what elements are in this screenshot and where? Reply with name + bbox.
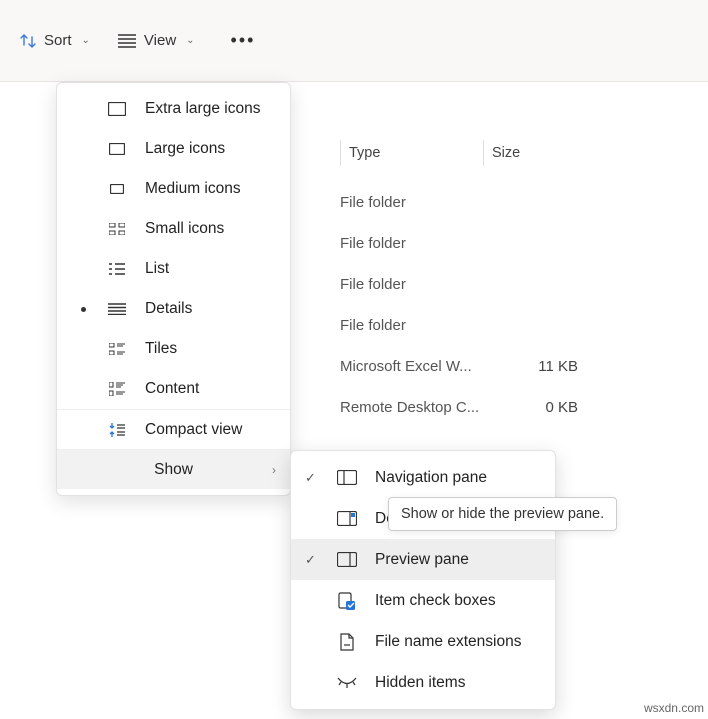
- details-pane-icon: [337, 509, 357, 529]
- row-type: File folder: [340, 276, 488, 293]
- row-type: Remote Desktop C...: [340, 399, 488, 416]
- menu-preview-pane[interactable]: ✓ Preview pane: [291, 539, 555, 580]
- file-extension-icon: [337, 632, 357, 652]
- small-icons-icon: [107, 219, 127, 239]
- file-row[interactable]: File folder: [340, 305, 698, 346]
- sort-label: Sort: [44, 32, 72, 49]
- content-icon: [107, 379, 127, 399]
- sort-button[interactable]: Sort ⌄: [20, 32, 90, 49]
- show-submenu: ✓ Navigation pane De ✓ Preview pane Item…: [290, 450, 556, 710]
- navigation-pane-icon: [337, 468, 357, 488]
- menu-item-check-boxes[interactable]: Item check boxes: [291, 580, 555, 621]
- menu-label: Extra large icons: [145, 100, 260, 118]
- selected-bullet: [81, 307, 86, 312]
- menu-list[interactable]: List: [57, 249, 290, 289]
- menu-small-icons[interactable]: Small icons: [57, 209, 290, 249]
- tiles-icon: [107, 339, 127, 359]
- chevron-right-icon: ›: [272, 463, 276, 477]
- menu-label: Show: [154, 461, 193, 479]
- extra-large-icons-icon: [107, 99, 127, 119]
- view-menu: Extra large icons Large icons Medium ico…: [56, 82, 291, 496]
- toolbar: Sort ⌄ View ⌄ •••: [0, 0, 708, 82]
- menu-extra-large-icons[interactable]: Extra large icons: [57, 89, 290, 129]
- menu-label: Large icons: [145, 140, 225, 158]
- check-icon: ✓: [305, 470, 316, 486]
- file-row[interactable]: File folder: [340, 264, 698, 305]
- file-row[interactable]: File folder: [340, 223, 698, 264]
- view-label: View: [144, 32, 176, 49]
- row-size: 11 KB: [488, 358, 578, 375]
- checkbox-icon: [337, 591, 357, 611]
- ellipsis-icon: •••: [231, 30, 256, 51]
- menu-label: Preview pane: [375, 551, 469, 569]
- row-type: File folder: [340, 235, 488, 252]
- file-row[interactable]: Microsoft Excel W...11 KB: [340, 346, 698, 387]
- tooltip: Show or hide the preview pane.: [388, 497, 617, 531]
- menu-label: Details: [145, 300, 192, 318]
- menu-label: Navigation pane: [375, 469, 487, 487]
- menu-content[interactable]: Content: [57, 369, 290, 409]
- watermark: wsxdn.com: [644, 701, 704, 715]
- view-icon: [118, 34, 136, 48]
- hidden-items-icon: [337, 673, 357, 693]
- details-icon: [107, 299, 127, 319]
- file-row[interactable]: Remote Desktop C...0 KB: [340, 387, 698, 428]
- menu-label: Content: [145, 380, 199, 398]
- chevron-down-icon: ⌄: [186, 35, 194, 46]
- file-row[interactable]: File folder: [340, 182, 698, 223]
- menu-label: File name extensions: [375, 633, 521, 651]
- row-size: 0 KB: [488, 399, 578, 416]
- file-rows: File folder File folder File folder File fo…: [340, 182, 698, 428]
- menu-label: Hidden items: [375, 674, 465, 692]
- menu-show[interactable]: Show ›: [57, 449, 290, 489]
- header-type[interactable]: Type: [340, 140, 380, 166]
- row-type: File folder: [340, 317, 488, 334]
- preview-pane-icon: [337, 550, 357, 570]
- menu-details[interactable]: Details: [57, 289, 290, 329]
- row-type: File folder: [340, 194, 488, 211]
- menu-navigation-pane[interactable]: ✓ Navigation pane: [291, 457, 555, 498]
- view-button[interactable]: View ⌄: [118, 32, 195, 49]
- menu-label: Tiles: [145, 340, 177, 358]
- check-icon: ✓: [305, 552, 316, 568]
- menu-label: Medium icons: [145, 180, 241, 198]
- row-type: Microsoft Excel W...: [340, 358, 488, 375]
- menu-label: Item check boxes: [375, 592, 496, 610]
- compact-view-icon: [107, 420, 127, 440]
- menu-tiles[interactable]: Tiles: [57, 329, 290, 369]
- menu-file-name-extensions[interactable]: File name extensions: [291, 621, 555, 662]
- header-size[interactable]: Size: [483, 140, 520, 166]
- menu-hidden-items[interactable]: Hidden items: [291, 662, 555, 703]
- large-icons-icon: [107, 139, 127, 159]
- list-icon: [107, 259, 127, 279]
- menu-label: List: [145, 260, 169, 278]
- medium-icons-icon: [107, 179, 127, 199]
- menu-label: Small icons: [145, 220, 224, 238]
- sort-icon: [20, 33, 36, 49]
- chevron-down-icon: ⌄: [82, 35, 90, 46]
- menu-medium-icons[interactable]: Medium icons: [57, 169, 290, 209]
- menu-compact-view[interactable]: Compact view: [57, 409, 290, 449]
- menu-label: Compact view: [145, 421, 242, 439]
- more-button[interactable]: •••: [231, 30, 256, 51]
- menu-large-icons[interactable]: Large icons: [57, 129, 290, 169]
